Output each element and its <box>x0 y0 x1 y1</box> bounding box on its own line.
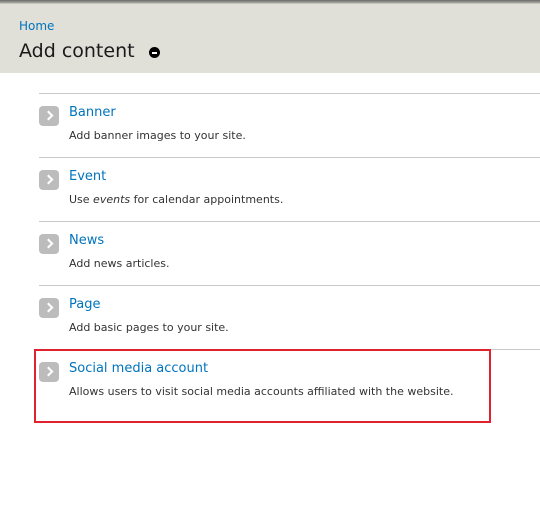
content-type-description: Add banner images to your site. <box>69 129 246 142</box>
chevron-right-icon <box>39 106 59 126</box>
content-type-link-news[interactable]: News <box>69 233 104 248</box>
page-title: Add content <box>19 40 160 62</box>
description-emphasis: events <box>93 193 131 206</box>
breadcrumb-home-link[interactable]: Home <box>19 19 54 33</box>
chevron-right-icon <box>39 298 59 318</box>
content-type-description: Use events for calendar appointments. <box>69 193 283 206</box>
list-item-event[interactable]: Event Use events for calendar appointmen… <box>39 157 540 221</box>
page-title-text: Add content <box>19 40 135 62</box>
content-type-link-page[interactable]: Page <box>69 297 100 312</box>
chevron-right-icon <box>39 170 59 190</box>
list-item-page[interactable]: Page Add basic pages to your site. <box>39 285 540 349</box>
description-text: for calendar appointments. <box>130 193 284 206</box>
content-type-description: Add news articles. <box>69 257 170 270</box>
list-item-banner[interactable]: Banner Add banner images to your site. <box>39 93 540 157</box>
remove-shortcut-icon[interactable] <box>148 47 160 58</box>
content-type-link-banner[interactable]: Banner <box>69 105 116 120</box>
chevron-right-icon <box>39 234 59 254</box>
content-type-link-event[interactable]: Event <box>69 169 106 184</box>
description-text: Use <box>69 193 94 206</box>
page-header: Home Add content <box>0 0 540 73</box>
highlight-box <box>34 349 491 423</box>
content-type-description: Add basic pages to your site. <box>69 321 229 334</box>
list-item-news[interactable]: News Add news articles. <box>39 221 540 285</box>
